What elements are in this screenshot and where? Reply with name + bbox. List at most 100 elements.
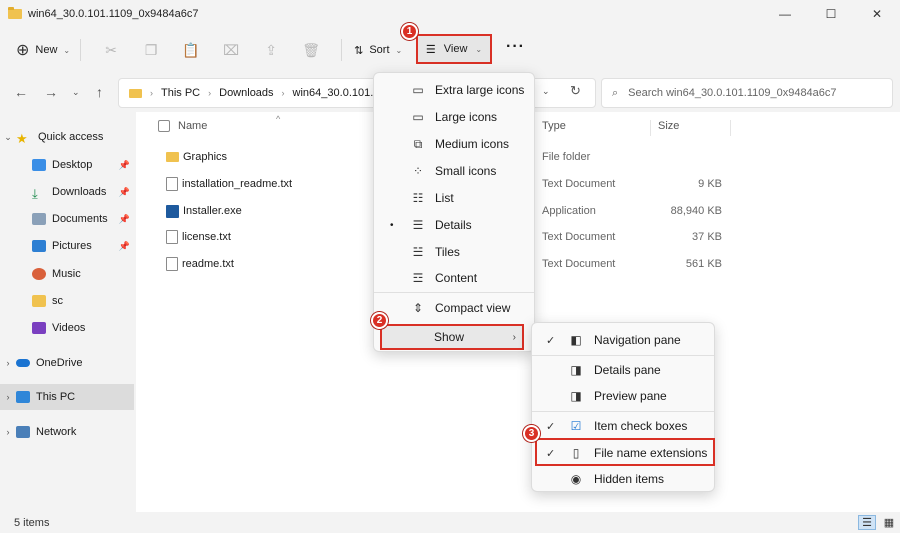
sidebar-item-music[interactable]: Music <box>0 261 134 287</box>
column-divider[interactable] <box>730 120 731 136</box>
details-layout-icon[interactable]: ☰ <box>858 515 876 530</box>
menu-item-label: List <box>435 191 454 205</box>
file-row[interactable]: license.txt <box>166 224 366 250</box>
chevron-right-icon[interactable]: › <box>0 392 16 402</box>
sidebar-item-this-pc[interactable]: › This PC <box>0 384 134 410</box>
menu-item-large-icons[interactable]: ▭ Large icons <box>378 104 530 130</box>
breadcrumb-this-pc[interactable]: This PC <box>161 87 200 99</box>
menu-divider <box>532 355 714 356</box>
search-input[interactable]: ⌕ Search win64_30.0.101.1109_0x9484a6c7 <box>601 78 893 108</box>
command-bar: ⊕ New ⌄ ✂ ❐ 📋 ⌧ ⇪ 🗑 ⇅ Sort ⌄ ☰ View ⌄ ··… <box>0 30 900 70</box>
view-menu: ▭ Extra large icons ▭ Large icons ⧉ Medi… <box>373 72 535 352</box>
column-header-name[interactable]: Name <box>178 120 207 132</box>
sidebar-item-videos[interactable]: Videos <box>0 315 134 341</box>
file-type: Text Document <box>542 231 616 243</box>
sidebar-item-label: Pictures <box>52 240 92 252</box>
highlight-box <box>535 438 715 466</box>
sidebar-item-label: Desktop <box>52 159 93 171</box>
menu-item-details[interactable]: • ☰ Details <box>378 212 530 238</box>
desktop-icon <box>32 159 46 171</box>
file-size: 561 KB <box>685 258 722 270</box>
menu-item-show[interactable]: Show › <box>380 324 524 350</box>
music-icon <box>32 268 46 280</box>
new-button[interactable]: ⊕ New ⌄ <box>16 40 70 60</box>
view-button[interactable]: ☰ View ⌄ <box>416 34 492 64</box>
copy-icon[interactable]: ❐ <box>131 36 171 64</box>
column-header-type[interactable]: Type <box>542 120 566 132</box>
cut-icon[interactable]: ✂ <box>91 36 131 64</box>
navigation-pane-icon: ◧ <box>570 333 582 347</box>
breadcrumb-separator: › <box>281 88 285 98</box>
menu-item-label: Preview pane <box>594 389 667 403</box>
chevron-down-icon: ⌄ <box>475 44 483 54</box>
menu-item-extra-large-icons[interactable]: ▭ Extra large icons <box>378 77 530 103</box>
menu-item-hidden-items[interactable]: ◉ Hidden items <box>536 466 712 492</box>
list-icon: ☷ <box>412 191 424 205</box>
pin-icon: 📌 <box>118 159 130 170</box>
chevron-right-icon[interactable]: › <box>0 358 16 368</box>
menu-item-small-icons[interactable]: ⁘ Small icons <box>378 158 530 184</box>
chevron-right-icon[interactable]: › <box>0 427 16 437</box>
menu-item-item-check-boxes[interactable]: ✓ ☑ Item check boxes <box>536 413 712 439</box>
menu-item-compact-view[interactable]: ⇕ Compact view <box>378 295 530 321</box>
paste-icon[interactable]: 📋 <box>171 36 211 64</box>
step-badge-3: 3 <box>523 425 540 442</box>
rename-icon[interactable]: ⌧ <box>211 36 251 64</box>
sort-button[interactable]: ⇅ Sort ⌄ <box>354 44 402 57</box>
file-type: File folder <box>542 151 591 163</box>
share-icon[interactable]: ⇪ <box>251 36 291 64</box>
new-label: New <box>35 44 58 56</box>
sidebar-item-quick-access[interactable]: ⌄ ★ Quick access <box>0 124 134 150</box>
chevron-down-icon[interactable]: ⌄ <box>0 132 16 143</box>
delete-icon[interactable]: 🗑 <box>291 36 331 64</box>
menu-item-tiles[interactable]: ☱ Tiles <box>378 239 530 265</box>
menu-item-preview-pane[interactable]: ◨ Preview pane <box>536 383 712 409</box>
tiles-layout-icon[interactable]: ▦ <box>880 515 898 530</box>
file-row[interactable]: readme.txt <box>166 251 366 277</box>
menu-item-label: Item check boxes <box>594 419 688 433</box>
file-row[interactable]: Graphics <box>166 144 366 170</box>
recent-chevron-icon[interactable]: ⌄ <box>72 87 80 98</box>
close-button[interactable]: ✕ <box>854 0 900 28</box>
menu-item-navigation-pane[interactable]: ✓ ◧ Navigation pane <box>536 327 712 353</box>
folder-icon <box>8 7 22 19</box>
column-divider[interactable] <box>650 120 651 136</box>
sidebar-item-sc[interactable]: sc <box>0 288 134 314</box>
menu-divider <box>532 411 714 412</box>
sidebar-item-downloads[interactable]: ⤓ Downloads 📌 <box>0 179 134 205</box>
sidebar-item-onedrive[interactable]: › OneDrive <box>0 350 134 376</box>
sidebar-item-pictures[interactable]: Pictures 📌 <box>0 233 134 259</box>
column-header-size[interactable]: Size <box>658 120 679 132</box>
navigation-pane: ⌄ ★ Quick access Desktop 📌 ⤓ Downloads 📌… <box>0 116 136 511</box>
menu-item-medium-icons[interactable]: ⧉ Medium icons <box>378 131 530 157</box>
sidebar-item-label: Videos <box>52 322 86 334</box>
text-file-icon <box>166 177 178 191</box>
maximize-button[interactable]: ☐ <box>808 0 854 28</box>
forward-arrow-icon[interactable]: → <box>44 84 58 100</box>
chevron-down-icon: ⌄ <box>63 45 71 55</box>
refresh-icon[interactable]: ↻ <box>570 83 581 99</box>
menu-item-details-pane[interactable]: ◨ Details pane <box>536 357 712 383</box>
minimize-button[interactable]: — <box>762 0 808 28</box>
up-arrow-icon[interactable]: ↑ <box>96 84 103 100</box>
sidebar-item-documents[interactable]: Documents 📌 <box>0 206 134 232</box>
sidebar-item-network[interactable]: › Network <box>0 419 134 445</box>
sidebar-item-desktop[interactable]: Desktop 📌 <box>0 152 134 178</box>
checkmark-icon: ✓ <box>546 334 556 347</box>
download-icon: ⤓ <box>32 186 38 201</box>
breadcrumb-downloads[interactable]: Downloads <box>219 87 273 99</box>
file-row[interactable]: Installer.exe <box>166 198 366 224</box>
file-name: Installer.exe <box>183 205 242 217</box>
details-pane-icon: ◨ <box>570 363 582 377</box>
menu-item-list[interactable]: ☷ List <box>378 185 530 211</box>
pin-icon: 📌 <box>118 186 130 197</box>
address-history-chevron-icon[interactable]: ⌄ <box>542 86 550 97</box>
file-row[interactable]: installation_readme.txt <box>166 171 366 197</box>
select-all-checkbox[interactable] <box>158 120 170 132</box>
file-name: Graphics <box>183 151 228 163</box>
more-options-button[interactable]: ··· <box>506 38 525 56</box>
back-arrow-icon[interactable]: ← <box>14 84 28 100</box>
menu-item-content[interactable]: ☲ Content <box>378 265 530 291</box>
menu-item-label: Details pane <box>594 363 661 377</box>
folder-icon <box>32 295 46 307</box>
